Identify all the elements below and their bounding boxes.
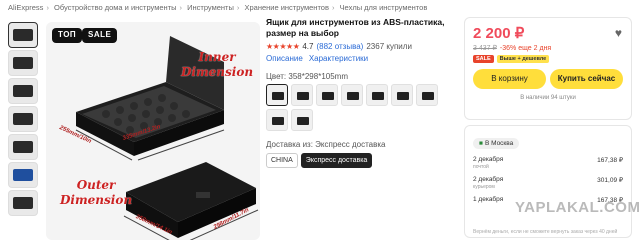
- truck-icon: ■: [479, 140, 483, 147]
- watermark: YAPLAKAL.COM: [515, 199, 640, 216]
- delivery-footer: Вернём деньги, если не сможете вернуть з…: [473, 229, 618, 235]
- delivery-price: 167,38 ₽: [597, 157, 623, 164]
- breadcrumb-item[interactable]: AliExpress: [8, 3, 43, 12]
- sold-count: 2367 купили: [366, 42, 412, 51]
- variant-swatches: [266, 84, 446, 131]
- breadcrumb-item[interactable]: Хранение инструментов: [244, 3, 329, 12]
- old-price: 3 437 ₽: [473, 45, 497, 52]
- color-value: 358*298*105mm: [288, 72, 348, 81]
- thumbnail[interactable]: [8, 134, 38, 160]
- reviews-link[interactable]: (882 отзыва): [316, 42, 363, 51]
- discount-label: -36% еще 2 дня: [499, 45, 552, 52]
- breadcrumb-item[interactable]: Обустройство дома и инструменты: [54, 3, 176, 12]
- action-buttons: В корзину Купить сейчас: [473, 69, 623, 89]
- shipping-row: Доставка из: Экспресс доставка: [266, 140, 461, 149]
- breadcrumb-separator: ›: [46, 3, 49, 12]
- variant-swatch[interactable]: [266, 109, 288, 131]
- thumbnail-strip: [8, 22, 40, 218]
- thumbnail[interactable]: [8, 50, 38, 76]
- delivery-method: почтой: [473, 164, 489, 170]
- city-label: В Москва: [484, 140, 514, 147]
- breadcrumb-item[interactable]: Инструменты: [187, 3, 234, 12]
- delivery-date: 1 декабря: [473, 196, 504, 203]
- product-title: Ящик для инструментов из ABS-пластика, р…: [266, 17, 445, 38]
- delivery-date: 2 декабря: [473, 176, 504, 183]
- breadcrumb-separator: ›: [179, 3, 183, 12]
- main-product-image[interactable]: ТОП SALE Inner Dimension Outer Dimension 2…: [46, 22, 260, 240]
- breadcrumb: AliExpress › Обустройство дома и инструме…: [8, 3, 427, 12]
- shipping-option-china[interactable]: CHINA: [266, 153, 298, 168]
- info-tabs: Описание Характеристики: [266, 54, 461, 63]
- add-to-cart-button[interactable]: В корзину: [473, 69, 546, 89]
- delivery-price: 301,09 ₽: [597, 177, 623, 184]
- variant-swatch[interactable]: [291, 109, 313, 131]
- promo-tags: SALE Выше + дешевле: [473, 55, 623, 63]
- delivery-method: курьером: [473, 184, 495, 190]
- variant-swatch[interactable]: [266, 84, 288, 106]
- delivery-card: ■ В Москва 2 декабря почтой 167,38 ₽ 2 дек…: [464, 125, 632, 238]
- thumbnail[interactable]: [8, 22, 38, 48]
- rating-row: ★★★★★ 4.7 (882 отзыва) 2367 купили: [266, 42, 461, 51]
- inner-dimension-label: Inner Dimension: [181, 50, 254, 79]
- rating-value: 4.7: [302, 42, 314, 51]
- variant-swatch[interactable]: [366, 84, 388, 106]
- price-card: 2 200 ₽ 3 437 ₽ -36% еще 2 дня ♥ SALE Выш…: [464, 17, 632, 120]
- delivery-option[interactable]: 2 декабря почтой 167,38 ₽: [473, 156, 623, 170]
- color-label: Цвет:: [266, 72, 287, 81]
- sale-tag: SALE: [473, 55, 494, 63]
- shipping-option-express[interactable]: Экспресс доставка: [300, 153, 373, 168]
- outer-dimension-label: Outer Dimension: [60, 178, 133, 207]
- shipping-options: CHINA Экспресс доставка: [266, 153, 461, 168]
- thumbnail[interactable]: [8, 106, 38, 132]
- breadcrumb-separator: ›: [236, 3, 240, 12]
- stock-status: В наличии 94 штуки: [520, 95, 576, 101]
- thumbnail[interactable]: [8, 190, 38, 216]
- shipping-value: Экспресс доставка: [315, 140, 386, 149]
- variant-swatch[interactable]: [416, 84, 438, 106]
- promo-tag: Выше + дешевле: [496, 55, 550, 63]
- shipping-label: Доставка из:: [266, 140, 313, 149]
- color-row: Цвет: 358*298*105mm: [266, 72, 461, 81]
- variant-swatch[interactable]: [341, 84, 363, 106]
- heart-icon[interactable]: ♥: [615, 26, 622, 40]
- variant-swatch[interactable]: [291, 84, 313, 106]
- city-selector[interactable]: ■ В Москва: [473, 138, 520, 149]
- variant-swatch[interactable]: [391, 84, 413, 106]
- current-price: 2 200 ₽: [473, 25, 525, 42]
- old-price-row: 3 437 ₽ -36% еще 2 дня: [473, 44, 623, 52]
- tab-specs[interactable]: Характеристики: [309, 54, 368, 63]
- tab-description[interactable]: Описание: [266, 54, 303, 63]
- delivery-option[interactable]: 2 декабря курьером 301,09 ₽: [473, 176, 623, 190]
- product-info: Ящик для инструментов из ABS-пластика, р…: [266, 17, 461, 168]
- star-rating-icon: ★★★★★: [266, 42, 300, 51]
- variant-swatch[interactable]: [316, 84, 338, 106]
- thumbnail[interactable]: [8, 78, 38, 104]
- breadcrumb-separator: ›: [331, 3, 335, 12]
- buy-now-button[interactable]: Купить сейчас: [550, 69, 623, 89]
- thumbnail[interactable]: [8, 162, 38, 188]
- breadcrumb-item[interactable]: Чехлы для инструментов: [340, 3, 428, 12]
- delivery-date: 2 декабря: [473, 156, 504, 163]
